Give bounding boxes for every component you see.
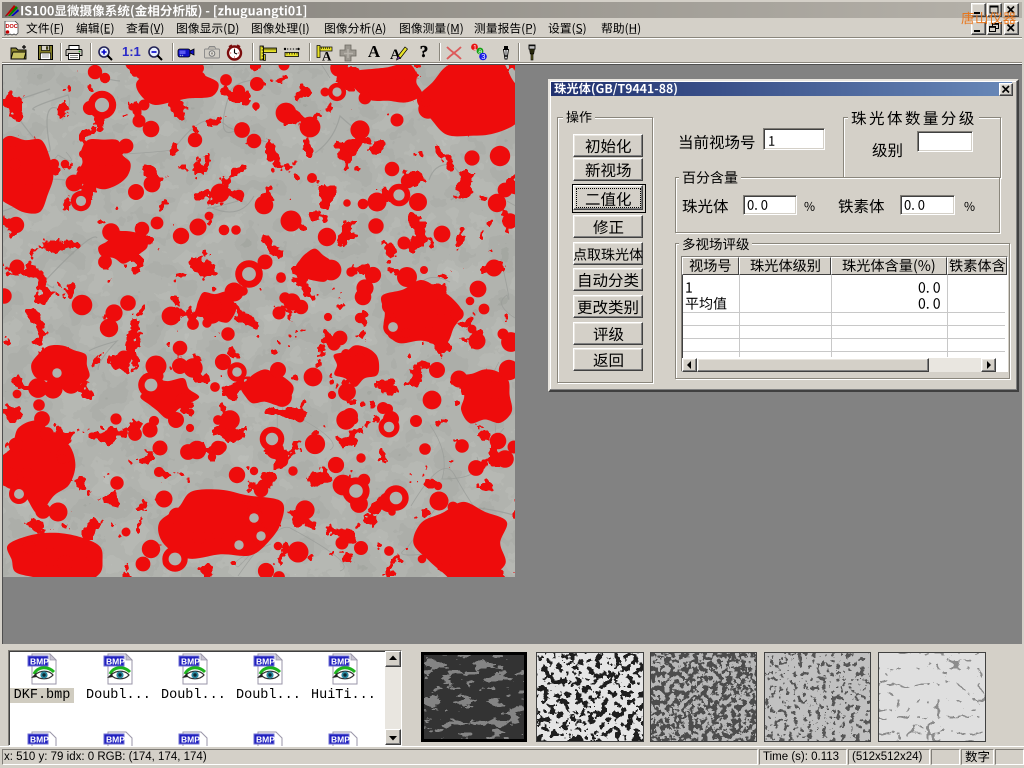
svg-text:BMP: BMP: [331, 657, 350, 667]
svg-text:BMP: BMP: [30, 657, 49, 667]
svg-text:BMP: BMP: [331, 735, 350, 745]
svg-text:BMP: BMP: [106, 735, 125, 745]
svg-text:BMP: BMP: [181, 735, 200, 745]
svg-text:BMP: BMP: [106, 657, 125, 667]
svg-text:DOC: DOC: [6, 24, 18, 30]
svg-text:BMP: BMP: [256, 657, 275, 667]
svg-text:3: 3: [481, 52, 485, 61]
svg-text:BMP: BMP: [256, 735, 275, 745]
svg-text:A: A: [322, 49, 332, 63]
svg-text:BMP: BMP: [30, 735, 49, 745]
svg-text:BMP: BMP: [181, 657, 200, 667]
svg-text:1: 1: [473, 45, 477, 52]
